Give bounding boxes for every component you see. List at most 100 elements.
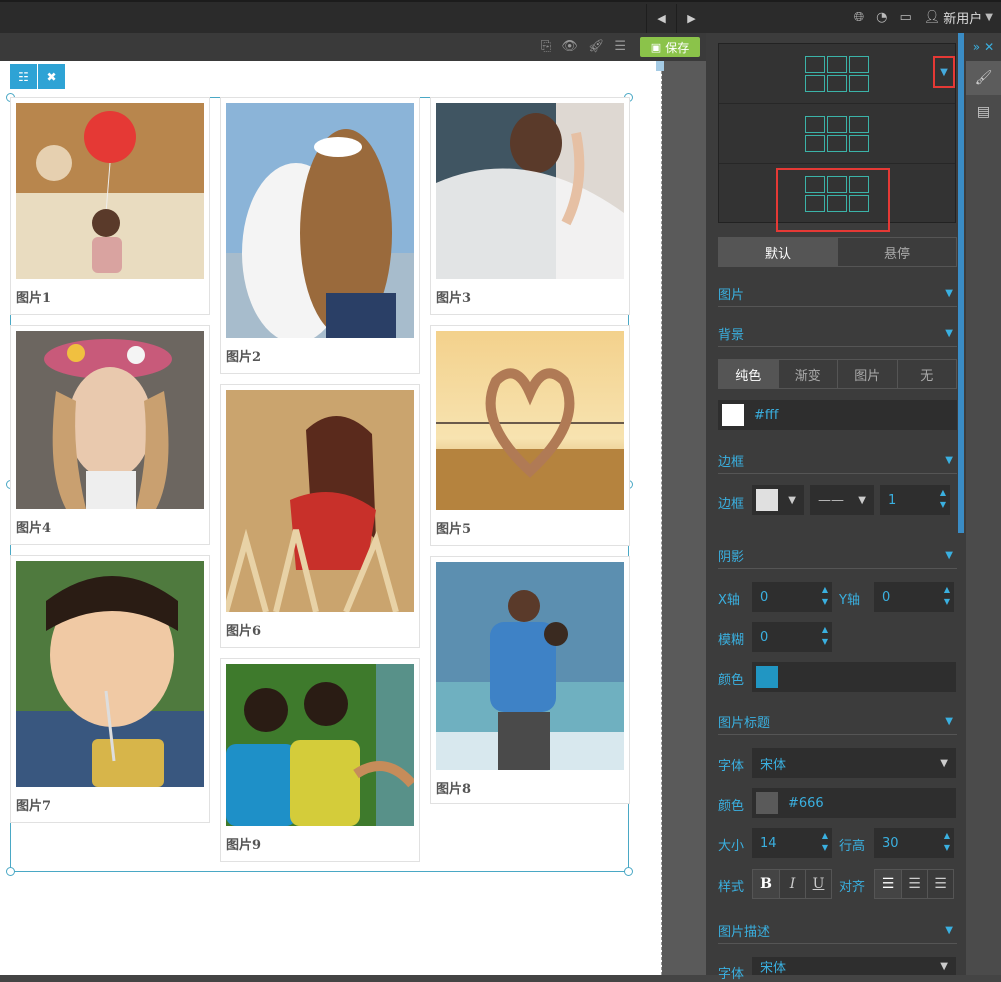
align-center-button[interactable]: ☰ <box>901 870 927 898</box>
expand-icon[interactable]: » <box>973 40 980 54</box>
title-size-value: 14 <box>760 835 777 851</box>
layers-icon[interactable]: ▤ <box>966 95 1001 129</box>
section-image-title[interactable]: 图片标题 ▼ <box>718 709 957 735</box>
title-font-select[interactable]: 宋体 ▼ <box>752 748 956 778</box>
page-canvas: ☷ ✖ 图片1 图片4 图片7 图片2 图片6 图片9 图片3 图片5 图片8 <box>0 61 662 975</box>
globe-icon[interactable]: 🌐︎ <box>854 10 864 25</box>
rail-header: » ✕ <box>966 33 1001 61</box>
style-brush-icon[interactable]: 🖌︎ <box>966 61 1001 95</box>
next-button[interactable]: ▶ <box>676 4 706 33</box>
stepper-icon[interactable]: ▲ ▼ <box>940 487 946 511</box>
widget-delete-button[interactable]: ✖ <box>38 64 65 89</box>
shadow-color-label: 颜色 <box>718 673 745 688</box>
close-icon[interactable]: ✕ <box>984 40 994 54</box>
ruler-marker <box>656 61 664 71</box>
border-style-select[interactable]: —— ▼ <box>810 485 874 515</box>
align-right-button[interactable]: ☰ <box>927 870 953 898</box>
border-label: 边框 <box>718 497 745 512</box>
publish-rocket-icon[interactable]: 🚀︎ <box>588 39 605 54</box>
gallery-item[interactable]: 图片2 <box>220 97 420 374</box>
caret-down-icon: ▼ <box>858 494 866 506</box>
desc-font-select[interactable]: 宋体 ▼ <box>752 957 956 975</box>
tab-default[interactable]: 默认 <box>719 238 837 266</box>
tab-gradient[interactable]: 渐变 <box>777 360 838 388</box>
gallery-item[interactable]: 图片7 <box>10 555 210 823</box>
layout-option-3[interactable] <box>719 164 955 232</box>
save-disk-icon: ▣ <box>650 40 662 54</box>
stepper-icon[interactable]: ▲ ▼ <box>822 584 828 608</box>
state-tabs: 默认 悬停 <box>718 237 957 267</box>
resize-handle-bl[interactable] <box>6 867 15 876</box>
shadow-color-swatch[interactable] <box>756 666 778 688</box>
panel-scrollbar[interactable] <box>958 33 964 533</box>
section-image-desc[interactable]: 图片描述 ▼ <box>718 918 957 944</box>
chevron-down-icon: ▼ <box>945 455 953 466</box>
section-image[interactable]: 图片 ▼ <box>718 281 957 307</box>
shadow-blur-input[interactable]: 0 ▲ ▼ <box>752 622 832 652</box>
save-label: 保存 <box>665 40 690 55</box>
align-left-button[interactable]: ☰ <box>875 870 901 898</box>
widget-settings-button[interactable]: ☷ <box>10 64 37 89</box>
text-align-buttons: ☰ ☰ ☰ <box>874 869 954 899</box>
sliders-icon[interactable]: ☰ <box>614 39 626 54</box>
layout-grid-icon <box>805 55 869 92</box>
shadow-y-input[interactable]: 0 ▲ ▼ <box>874 582 954 612</box>
section-background[interactable]: 背景 ▼ <box>718 321 957 347</box>
gallery-item[interactable]: 图片5 <box>430 325 630 546</box>
title-font-value: 宋体 <box>760 757 787 773</box>
nav-buttons: ◀ ▶ <box>646 4 706 33</box>
layout-dropdown-button[interactable]: ▼ <box>933 56 955 88</box>
stepper-icon[interactable]: ▲ ▼ <box>944 830 950 854</box>
top-tools: 🌐︎ ◔ ▭ 👤︎ 新用户 ▼ <box>854 8 993 27</box>
tab-image[interactable]: 图片 <box>837 360 897 388</box>
section-shadow[interactable]: 阴影 ▼ <box>718 543 957 569</box>
layout-option-1[interactable]: ▼ <box>719 44 955 104</box>
top-bar: ◀ ▶ 🌐︎ ◔ ▭ 👤︎ 新用户 ▼ <box>0 0 1001 33</box>
section-border[interactable]: 边框 ▼ <box>718 448 957 474</box>
bold-button[interactable]: B <box>753 870 779 898</box>
widget-buttons: ☷ ✖ <box>10 64 65 89</box>
title-color-field[interactable]: #666 <box>752 788 956 818</box>
gallery-item[interactable]: 图片4 <box>10 325 210 545</box>
shadow-color-field[interactable] <box>752 662 956 692</box>
prev-button[interactable]: ◀ <box>646 4 676 33</box>
toolbar-icons: ⎘ 👁︎ 🚀︎ ☰ <box>541 39 626 54</box>
title-color-swatch[interactable] <box>756 792 778 814</box>
section-image-title-title: 图片标题 <box>718 716 771 731</box>
layout-option-2[interactable] <box>719 104 955 164</box>
tab-hover[interactable]: 悬停 <box>837 238 956 266</box>
screen-icon[interactable]: ▭ <box>899 10 911 25</box>
tab-none[interactable]: 无 <box>896 360 957 388</box>
title-line-height-input[interactable]: 30 ▲ ▼ <box>874 828 954 858</box>
chevron-down-icon: ▼ <box>945 288 953 299</box>
resize-handle-br[interactable] <box>624 867 633 876</box>
bg-color-field[interactable]: #fff <box>718 400 957 430</box>
page-settings-icon[interactable]: ⎘ <box>541 39 551 54</box>
title-size-input[interactable]: 14 ▲ ▼ <box>752 828 832 858</box>
stepper-icon[interactable]: ▲ ▼ <box>822 624 828 648</box>
underline-button[interactable]: U <box>805 870 831 898</box>
preview-eye-icon[interactable]: 👁︎ <box>561 39 578 54</box>
gallery-caption: 图片5 <box>436 522 472 537</box>
gallery-item[interactable]: 图片8 <box>430 556 630 804</box>
stepper-icon[interactable]: ▲ ▼ <box>944 584 950 608</box>
user-menu[interactable]: 👤︎ 新用户 ▼ <box>924 8 993 27</box>
gallery-item[interactable]: 图片9 <box>220 658 420 862</box>
tab-solid[interactable]: 纯色 <box>719 360 778 388</box>
gallery-caption: 图片8 <box>436 782 472 797</box>
gallery-item[interactable]: 图片1 <box>10 97 210 315</box>
border-color-picker[interactable]: ▼ <box>752 485 804 515</box>
bg-color-swatch[interactable] <box>722 404 744 426</box>
gallery-item[interactable]: 图片6 <box>220 384 420 648</box>
border-width-input[interactable]: 1 ▲ ▼ <box>880 485 950 515</box>
user-name: 新用户 <box>943 12 983 27</box>
save-button[interactable]: ▣ 保存 <box>640 37 700 57</box>
dashboard-icon[interactable]: ◔ <box>876 10 887 25</box>
gallery-item[interactable]: 图片3 <box>430 97 630 315</box>
layout-picker: ▼ <box>718 43 956 232</box>
shadow-x-input[interactable]: 0 ▲ ▼ <box>752 582 832 612</box>
italic-button[interactable]: I <box>779 870 805 898</box>
gallery-caption: 图片6 <box>226 624 262 639</box>
stepper-icon[interactable]: ▲ ▼ <box>822 830 828 854</box>
desc-font-label: 字体 <box>718 967 745 982</box>
